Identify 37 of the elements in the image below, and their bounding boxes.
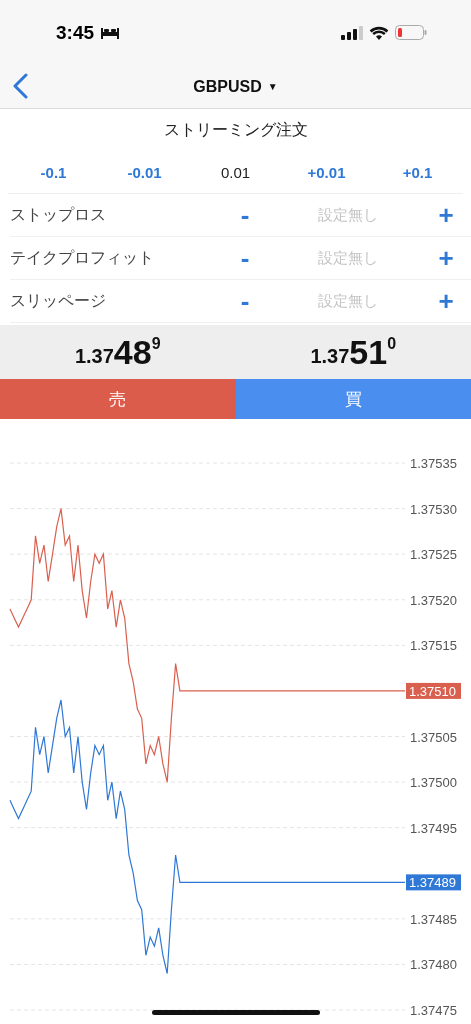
battery-icon <box>395 25 427 40</box>
decrement-button[interactable]: - <box>234 202 256 228</box>
sell-button[interactable]: 売 <box>0 379 236 419</box>
volume-step-button[interactable]: -0.1 <box>36 161 71 183</box>
axis-label: 1.37485 <box>410 911 457 927</box>
axis-label: 1.37495 <box>410 820 457 836</box>
increment-button[interactable]: + <box>432 202 460 228</box>
volume-step-button[interactable]: +0.1 <box>398 161 437 183</box>
decrement-button[interactable]: - <box>234 245 256 271</box>
current-price-badge: 1.37510 <box>406 682 461 699</box>
axis-label: 1.37530 <box>410 501 457 517</box>
volume-step-button[interactable]: +0.01 <box>303 161 350 183</box>
volume-value: 0.01 <box>219 162 252 183</box>
increment-button[interactable]: + <box>432 245 460 271</box>
axis-label: 1.37500 <box>410 775 457 791</box>
axis-label: 1.37535 <box>410 456 457 471</box>
decrement-button[interactable]: - <box>234 288 256 314</box>
axis-label: 1.37520 <box>410 592 457 608</box>
parameter-label: テイクプロフィット <box>10 247 155 268</box>
signal-icon <box>341 25 363 40</box>
parameter-label: スリッページ <box>10 290 107 311</box>
increment-button[interactable]: + <box>432 288 460 314</box>
parameter-label: ストップロス <box>10 204 107 225</box>
axis-label: 1.37505 <box>410 729 457 745</box>
wifi-icon <box>369 25 389 40</box>
status-time: 3:45 <box>56 21 95 44</box>
symbol-title[interactable]: GBPUSD <box>193 77 262 96</box>
bed-icon <box>100 25 121 40</box>
dropdown-caret[interactable]: ▼ <box>267 81 278 92</box>
axis-label: 1.37525 <box>410 547 457 563</box>
axis-label: 1.37475 <box>410 1003 457 1018</box>
volume-step-button[interactable]: -0.01 <box>123 161 166 183</box>
section-title: ストリーミング注文 <box>162 119 309 140</box>
axis-label: 1.37480 <box>410 957 457 973</box>
current-price-badge: 1.37489 <box>406 874 461 891</box>
axis-label: 1.37515 <box>410 638 457 654</box>
buy-button[interactable]: 買 <box>235 379 471 419</box>
